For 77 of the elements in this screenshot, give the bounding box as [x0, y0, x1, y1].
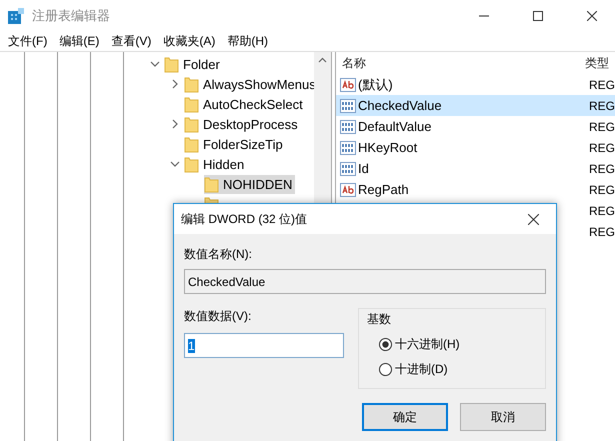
tree-item[interactable]: NOHIDDEN: [204, 174, 296, 194]
close-icon: [528, 214, 538, 224]
value-name: DefaultValue: [358, 119, 432, 134]
menu-item[interactable]: 编辑(E): [53, 32, 106, 50]
group-label: 基数: [367, 311, 392, 328]
tree-item-label: DesktopProcess: [203, 116, 298, 132]
radio-label: 十进制(D): [395, 361, 448, 378]
value-type: REG: [588, 140, 615, 154]
tree-item[interactable]: AlwaysShowMenus: [184, 74, 319, 94]
menu-item[interactable]: 查看(V): [105, 32, 158, 50]
value-row[interactable]: (默认) REG: [336, 74, 615, 95]
value-row[interactable]: RegPath REG: [336, 179, 615, 200]
value-name: HKeyRoot: [358, 140, 418, 155]
tree-item[interactable]: AutoCheckSelect: [184, 94, 306, 114]
tree-item-label: Hidden: [203, 156, 244, 172]
column-header[interactable]: 名称: [336, 54, 579, 72]
menu-item[interactable]: 帮助(H): [221, 32, 274, 50]
radio-label: 十六进制(H): [395, 336, 460, 353]
window-title: 注册表编辑器: [32, 6, 111, 24]
value-row[interactable]: HKeyRoot REG: [336, 137, 615, 158]
value-type: REG: [588, 98, 615, 112]
value-type: REG: [588, 162, 615, 176]
binary-value-icon: [340, 140, 356, 156]
binary-value-icon: [340, 98, 356, 114]
radio-option[interactable]: 十进制(D): [367, 361, 537, 378]
value-name-field[interactable]: CheckedValue: [184, 269, 546, 294]
string-value-icon: [340, 182, 356, 198]
folder-icon: [184, 96, 199, 112]
value-type: REG: [588, 204, 615, 218]
radio-option[interactable]: 十六进制(H): [367, 336, 537, 353]
chevron-icon[interactable]: [170, 79, 180, 89]
tree-item[interactable]: Folder: [164, 54, 223, 74]
dialog-title: 编辑 DWORD (32 位)值: [181, 210, 308, 228]
close-icon: [587, 10, 597, 20]
field-label: 数值名称(N):: [184, 246, 253, 263]
value-row[interactable]: Id REG: [336, 158, 615, 179]
value-data-field[interactable]: 1: [184, 333, 344, 358]
tree-item-label: Folder: [183, 56, 220, 72]
value-type: REG: [588, 78, 615, 92]
tree-item[interactable]: FolderSizeTip: [184, 134, 286, 154]
dialog-button[interactable]: 确定: [362, 403, 448, 431]
menu-item[interactable]: 收藏夹(A): [157, 32, 222, 50]
binary-value-icon: [340, 118, 356, 134]
tree-item[interactable]: DesktopProcess: [184, 114, 301, 134]
app-icon: [8, 8, 24, 24]
tree-item-label: AutoCheckSelect: [203, 96, 303, 112]
folder-icon: [204, 176, 219, 192]
value-type: REG: [588, 120, 615, 134]
folder-icon: [164, 56, 179, 72]
folder-icon: [184, 136, 199, 152]
value-row[interactable]: DefaultValue REG: [336, 116, 615, 137]
value-name: (默认): [358, 76, 393, 94]
tree-item-label: AlwaysShowMenus: [203, 76, 316, 92]
folder-icon: [184, 156, 199, 172]
value-name: Id: [358, 161, 369, 176]
folder-icon: [184, 116, 199, 132]
chevron-icon[interactable]: [170, 119, 180, 129]
string-value-icon: [340, 76, 356, 92]
dialog-button[interactable]: 取消: [460, 403, 546, 431]
value-row[interactable]: CheckedValue REG: [336, 95, 615, 116]
value-name: CheckedValue: [358, 98, 442, 113]
column-header[interactable]: 类型: [578, 54, 609, 72]
tree-item[interactable]: Hidden: [184, 154, 248, 174]
value-name: RegPath: [358, 182, 409, 197]
radio-icon[interactable]: [379, 363, 392, 376]
value-type: REG: [588, 182, 615, 196]
tree-item-label: FolderSizeTip: [203, 136, 283, 152]
radio-icon[interactable]: [379, 338, 392, 351]
menu-item[interactable]: 文件(F): [2, 32, 54, 50]
maximize-icon: [533, 10, 543, 20]
chevron-icon[interactable]: [170, 159, 180, 169]
value-type: REG: [588, 224, 615, 238]
field-label: 数值数据(V):: [184, 308, 252, 325]
chevron-icon[interactable]: [150, 59, 160, 69]
tree-item-label: NOHIDDEN: [223, 176, 292, 192]
binary-value-icon: [340, 160, 356, 176]
folder-icon: [184, 76, 199, 92]
